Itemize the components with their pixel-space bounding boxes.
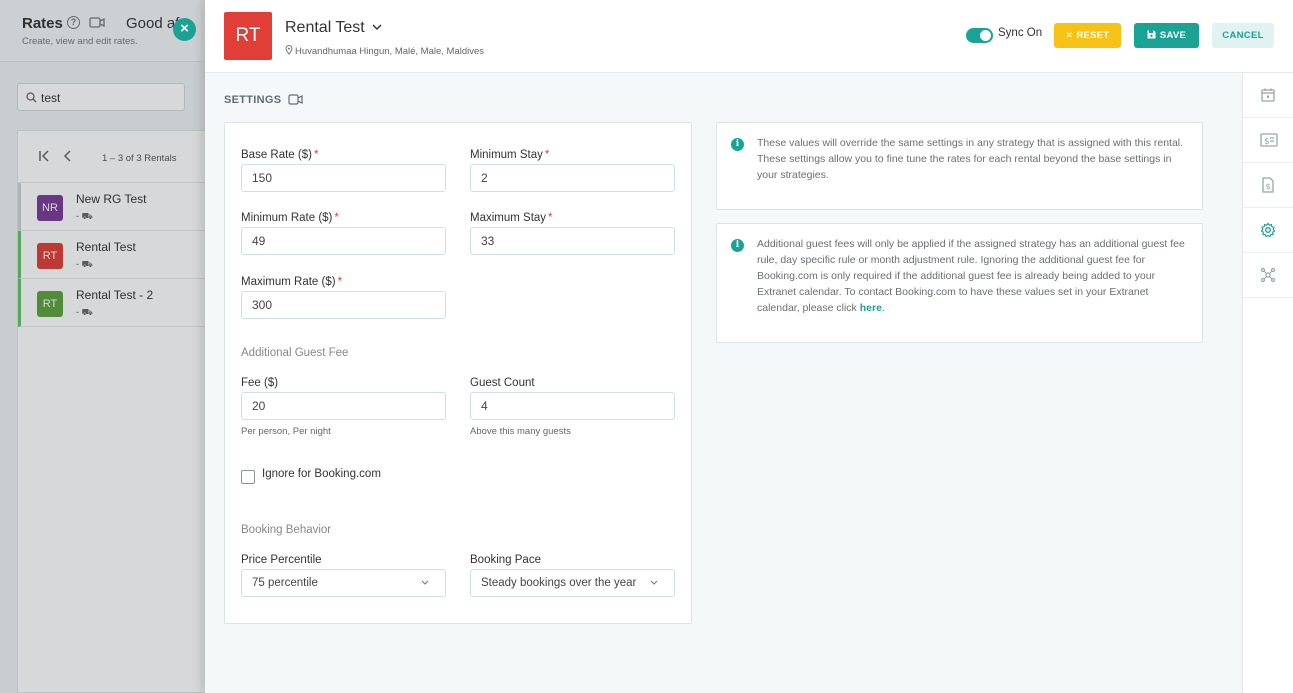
svg-text:$: $ — [1264, 137, 1270, 147]
contact-booking-link[interactable]: here — [860, 302, 882, 314]
close-icon: ✕ — [1065, 30, 1074, 40]
base-rate-label: Base Rate ($) * — [241, 149, 319, 161]
min-stay-input[interactable]: 2 — [470, 164, 675, 192]
max-rate-input[interactable]: 300 — [241, 291, 446, 319]
cancel-button[interactable]: CANCEL — [1212, 23, 1274, 48]
guest-fee-info-card: i Additional guest fees will only be app… — [716, 223, 1203, 343]
gear-icon — [1260, 222, 1276, 238]
rental-location: Huvandhumaa Hingun, Malé, Male, Maldives — [285, 45, 484, 57]
close-drawer-button[interactable]: × — [173, 18, 196, 41]
price-percentile-label: Price Percentile — [241, 554, 322, 566]
info-icon: i — [731, 138, 744, 151]
booking-pace-label: Booking Pace — [470, 554, 541, 566]
settings-form: Base Rate ($) * 150 Minimum Stay * 2 Minim… — [224, 122, 692, 624]
rail-network[interactable] — [1243, 253, 1293, 298]
rail-settings[interactable] — [1243, 208, 1293, 253]
video-icon[interactable] — [288, 94, 303, 105]
network-icon — [1260, 267, 1276, 283]
booking-pace-select[interactable]: Steady bookings over the year — [470, 569, 675, 597]
booking-behavior-heading: Booking Behavior — [241, 524, 332, 536]
svg-text:$: $ — [1266, 182, 1271, 191]
fee-input[interactable]: 20 — [241, 392, 446, 420]
fee-help: Per person, Per night — [241, 426, 331, 437]
location-pin-icon — [285, 45, 293, 55]
calendar-icon — [1261, 88, 1275, 102]
guest-count-label: Guest Count — [470, 377, 535, 389]
override-info-card: i These values will override the same se… — [716, 122, 1203, 210]
rail-rates[interactable]: $ — [1243, 118, 1293, 163]
rail-pricing[interactable]: $ — [1243, 163, 1293, 208]
fee-label: Fee ($) — [241, 377, 279, 389]
min-rate-label: Minimum Rate ($) * — [241, 212, 339, 224]
max-rate-label: Maximum Rate ($) * — [241, 276, 343, 288]
rental-title[interactable]: Rental Test — [285, 19, 365, 37]
floppy-disk-icon — [1147, 30, 1156, 39]
min-rate-input[interactable]: 49 — [241, 227, 446, 255]
rail-calendar[interactable] — [1243, 73, 1293, 118]
guest-count-input[interactable]: 4 — [470, 392, 675, 420]
guest-fee-info-text: Additional guest fees will only be appli… — [757, 238, 1185, 314]
price-tag-icon: $ — [1260, 133, 1278, 147]
chevron-down-icon[interactable] — [372, 24, 382, 31]
max-stay-input[interactable]: 33 — [470, 227, 675, 255]
right-rail: $ $ — [1242, 73, 1293, 693]
override-info-text: These values will override the same sett… — [757, 137, 1184, 181]
section-title: SETTINGS — [224, 94, 282, 106]
rental-avatar: RT — [224, 12, 272, 60]
base-rate-input[interactable]: 150 — [241, 164, 446, 192]
price-percentile-select[interactable]: 75 percentile — [241, 569, 446, 597]
reset-button[interactable]: ✕ RESET — [1054, 23, 1121, 48]
ignore-booking-label[interactable]: Ignore for Booking.com — [262, 468, 381, 480]
ignore-booking-checkbox[interactable] — [241, 470, 255, 484]
sync-label: Sync On — [998, 27, 1043, 39]
chevron-down-icon — [421, 580, 429, 585]
max-stay-label: Maximum Stay * — [470, 212, 553, 224]
min-stay-label: Minimum Stay * — [470, 149, 550, 161]
info-icon: i — [731, 239, 744, 252]
save-button[interactable]: SAVE — [1134, 23, 1199, 48]
guest-count-help: Above this many guests — [470, 426, 571, 437]
close-icon: × — [180, 20, 189, 37]
rental-settings-drawer: RT Rental Test Huvandhumaa Hingun, Malé,… — [205, 0, 1293, 693]
document-dollar-icon: $ — [1262, 177, 1274, 193]
drawer-header: RT Rental Test Huvandhumaa Hingun, Malé,… — [205, 0, 1293, 73]
sync-toggle[interactable] — [966, 28, 993, 43]
additional-guest-fee-heading: Additional Guest Fee — [241, 347, 349, 359]
chevron-down-icon — [650, 580, 658, 585]
